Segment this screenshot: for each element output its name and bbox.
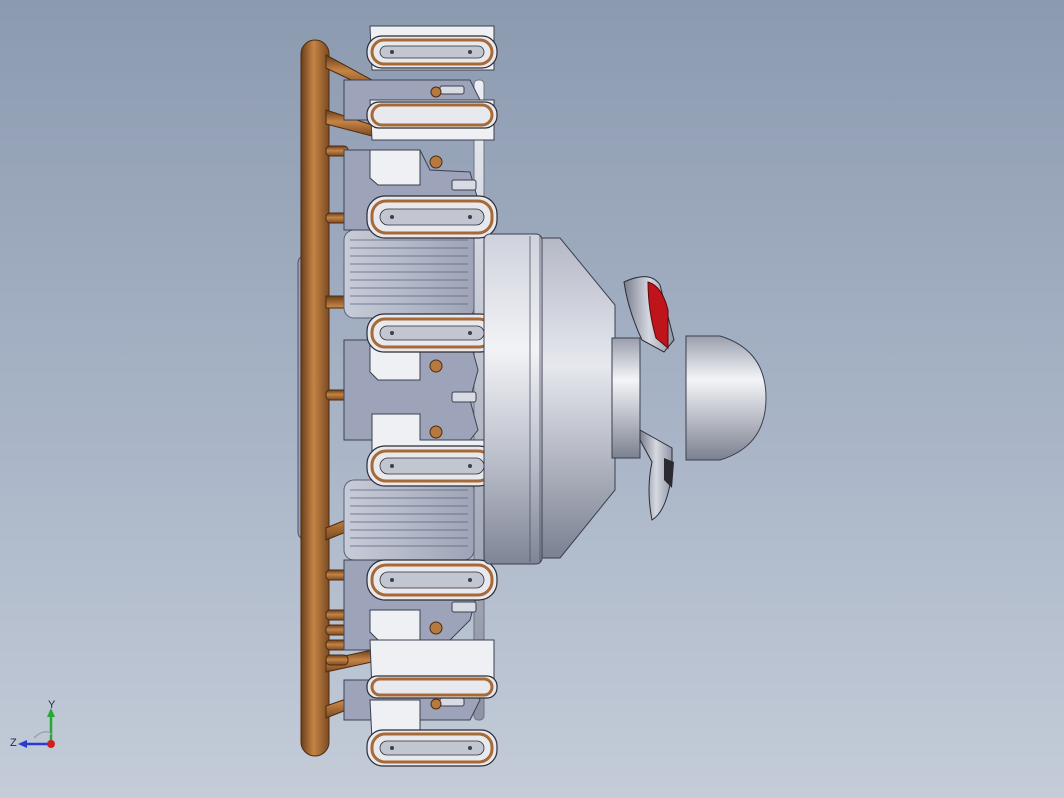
triad-z-label: Z xyxy=(10,737,17,749)
crankcase-body xyxy=(483,233,543,565)
graphics-viewport[interactable]: Y Z xyxy=(0,0,1064,798)
radial-engine-model[interactable] xyxy=(0,0,1064,798)
propeller-spinner xyxy=(685,335,767,461)
propeller-hub xyxy=(611,337,641,459)
exhaust-collector-ring xyxy=(300,39,330,757)
nose-case xyxy=(541,237,616,559)
cylinder-barrel-lower xyxy=(343,479,475,561)
triad-y-label: Y xyxy=(48,699,56,711)
cylinder-barrel-upper xyxy=(343,229,475,319)
coordinate-triad-icon: Y Z xyxy=(10,699,56,749)
